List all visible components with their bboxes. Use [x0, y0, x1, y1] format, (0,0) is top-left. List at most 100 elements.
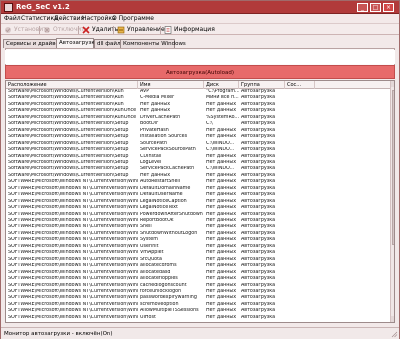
menu-actions[interactable]: Действия	[54, 15, 84, 22]
menu-about[interactable]: О Программе	[112, 15, 154, 22]
table-row[interactable]: Software\Microsoft\Windows\CurrentVersio…	[6, 173, 390, 179]
table-row[interactable]: SOFTWARE\Microsoft\Windows NT\CurrentVer…	[6, 179, 390, 185]
table-row[interactable]: Software\Microsoft\Windows\CurrentVersio…	[6, 102, 390, 108]
table-row[interactable]: Software\Microsoft\Windows\CurrentVersio…	[6, 154, 390, 160]
table-row[interactable]: Software\Microsoft\Windows\CurrentVersio…	[6, 166, 390, 172]
menu-file[interactable]: Файл	[4, 15, 21, 22]
cell-state	[285, 173, 315, 179]
cell-state	[285, 295, 315, 301]
cell-location: Software\Microsoft\Windows\CurrentVersio…	[8, 95, 124, 101]
table-row[interactable]: SOFTWARE\Microsoft\Windows NT\CurrentVer…	[6, 218, 390, 224]
table-row[interactable]: SOFTWARE\Microsoft\Windows NT\CurrentVer…	[6, 199, 390, 205]
table-row[interactable]: SOFTWARE\Microsoft\Windows NT\CurrentVer…	[6, 283, 390, 289]
cell-state	[285, 315, 315, 321]
menu-statistics[interactable]: Статистика	[21, 15, 58, 22]
table-row[interactable]: SOFTWARE\Microsoft\Windows NT\CurrentVer…	[6, 276, 390, 282]
table-row[interactable]: Software\Microsoft\Windows\CurrentVersio…	[6, 147, 390, 153]
column-header-state[interactable]: Сос...	[285, 81, 315, 89]
cell-location: SOFTWARE\Microsoft\Windows NT\CurrentVer…	[8, 230, 138, 236]
cell-name: PowerdownAfterShutdown	[140, 211, 203, 217]
table-row[interactable]: SOFTWARE\Microsoft\Windows NT\CurrentVer…	[6, 257, 390, 263]
cell-disk: Нет данных	[206, 179, 237, 185]
cell-disk: Нет данных	[206, 269, 237, 275]
table-body: Software\Microsoft\Windows\CurrentVersio…	[6, 89, 390, 322]
cell-state	[285, 244, 315, 250]
table-row[interactable]: SOFTWARE\Microsoft\Windows NT\CurrentVer…	[6, 250, 390, 256]
scroll-up-arrow-icon[interactable]	[391, 81, 394, 87]
cell-group: Автозагрузка	[241, 179, 276, 185]
table-row[interactable]: Software\Microsoft\Windows\CurrentVersio…	[6, 115, 390, 121]
cell-disk: Нет данных	[206, 288, 237, 294]
toolbar-separator	[160, 26, 161, 34]
cell-group: Автозагрузка	[241, 256, 276, 262]
maximize-button[interactable]: □	[370, 3, 381, 12]
tab-services-drivers[interactable]: Сервисы и драйверы	[3, 39, 67, 48]
table-row[interactable]: Software\Microsoft\Windows\CurrentVersio…	[6, 89, 390, 95]
table-row[interactable]: Software\Microsoft\Windows\CurrentVersio…	[6, 95, 390, 101]
info-button[interactable]: Информация	[163, 25, 215, 35]
table-row[interactable]: SOFTWARE\Microsoft\Windows NT\CurrentVer…	[6, 186, 390, 192]
table-row[interactable]: SOFTWARE\Microsoft\Windows NT\CurrentVer…	[6, 212, 390, 218]
cell-location: Software\Microsoft\Windows\CurrentVersio…	[8, 172, 129, 178]
cell-location: SOFTWARE\Microsoft\Windows NT\CurrentVer…	[8, 288, 138, 294]
cell-disk: Нет данных	[206, 237, 237, 243]
column-header-name[interactable]: Имя	[138, 81, 204, 89]
table-row[interactable]: Software\Microsoft\Windows\CurrentVersio…	[6, 141, 390, 147]
cell-disk: Нет данных	[206, 256, 237, 262]
cell-name: CDInstall	[140, 153, 162, 159]
table-row[interactable]: SOFTWARE\Microsoft\Windows NT\CurrentVer…	[6, 270, 390, 276]
cell-location: SOFTWARE\Microsoft\Windows NT\CurrentVer…	[8, 198, 138, 204]
cell-state	[285, 128, 315, 134]
table-row[interactable]: Software\Microsoft\Windows\CurrentVersio…	[6, 128, 390, 134]
table-row[interactable]: SOFTWARE\Microsoft\Windows NT\CurrentVer…	[6, 263, 390, 269]
minimize-button[interactable]: _	[357, 3, 368, 12]
cell-location: SOFTWARE\Microsoft\Windows NT\CurrentVer…	[8, 224, 138, 230]
tab-windows-components[interactable]: Компоненты Windows	[120, 39, 186, 48]
manage-button[interactable]: Управление	[116, 25, 165, 35]
column-header-disk[interactable]: Диск	[204, 81, 239, 89]
cell-disk: Нет данных	[206, 127, 237, 133]
cell-group: Автозагрузка	[241, 263, 276, 269]
column-header-filler	[315, 81, 390, 89]
table-row[interactable]: Software\Microsoft\Windows\CurrentVersio…	[6, 121, 390, 127]
table-row[interactable]: SOFTWARE\Microsoft\Windows NT\CurrentVer…	[6, 302, 390, 308]
table-row[interactable]: Software\Microsoft\Windows\CurrentVersio…	[6, 108, 390, 114]
cell-group: Автозагрузка	[241, 308, 276, 314]
vertical-scrollbar[interactable]	[390, 81, 394, 322]
scroll-thumb[interactable]	[392, 90, 394, 245]
cell-group: Автозагрузка	[241, 295, 276, 301]
table-row[interactable]: Software\Microsoft\Windows\CurrentVersio…	[6, 160, 390, 166]
cell-disk: Нет данных	[206, 198, 237, 204]
cell-group: Автозагрузка	[241, 218, 276, 223]
cell-disk: Нет данных	[206, 108, 237, 114]
cell-state	[285, 276, 315, 282]
menu-settings[interactable]: Настройка	[82, 15, 116, 22]
scroll-down-arrow-icon[interactable]	[391, 316, 394, 322]
tab-dll-files[interactable]: dll файлы	[94, 39, 125, 48]
table-row[interactable]: SOFTWARE\Microsoft\Windows NT\CurrentVer…	[6, 192, 390, 198]
cell-location: Software\Microsoft\Windows\CurrentVersio…	[8, 153, 129, 159]
cell-state	[285, 115, 315, 121]
table-row[interactable]: SOFTWARE\Microsoft\Windows NT\CurrentVer…	[6, 315, 390, 321]
cell-name: System	[140, 237, 158, 243]
cell-group: Автозагрузка	[241, 172, 276, 178]
table-row[interactable]: SOFTWARE\Microsoft\Windows NT\CurrentVer…	[6, 237, 390, 243]
column-header-location[interactable]: Расположение	[6, 81, 138, 89]
table-row[interactable]: SOFTWARE\Microsoft\Windows NT\CurrentVer…	[6, 244, 390, 250]
table-row[interactable]: SOFTWARE\Microsoft\Windows NT\CurrentVer…	[6, 308, 390, 314]
resize-grip-icon[interactable]	[391, 331, 398, 338]
cell-name: allocatecdroms	[140, 263, 177, 269]
table-row[interactable]: SOFTWARE\Microsoft\Windows NT\CurrentVer…	[6, 205, 390, 211]
table-row[interactable]: SOFTWARE\Microsoft\Windows NT\CurrentVer…	[6, 289, 390, 295]
title-bar[interactable]: ReG_SeC v1.2 _ □ ×	[1, 1, 399, 14]
table-row[interactable]: SOFTWARE\Microsoft\Windows NT\CurrentVer…	[6, 231, 390, 237]
cell-group: Автозагрузка	[241, 237, 276, 243]
column-header-group[interactable]: Группа	[239, 81, 285, 89]
table-row[interactable]: SOFTWARE\Microsoft\Windows NT\CurrentVer…	[6, 224, 390, 230]
table-row[interactable]: SOFTWARE\Microsoft\Windows NT\CurrentVer…	[6, 295, 390, 301]
cell-name: ServicePackSourcePath	[140, 147, 196, 153]
cell-location: SOFTWARE\Microsoft\Windows NT\CurrentVer…	[8, 243, 138, 249]
table-row[interactable]: Software\Microsoft\Windows\CurrentVersio…	[6, 134, 390, 140]
tab-autoload[interactable]: Автозагрузка	[56, 38, 98, 48]
close-button[interactable]: ×	[383, 3, 394, 12]
